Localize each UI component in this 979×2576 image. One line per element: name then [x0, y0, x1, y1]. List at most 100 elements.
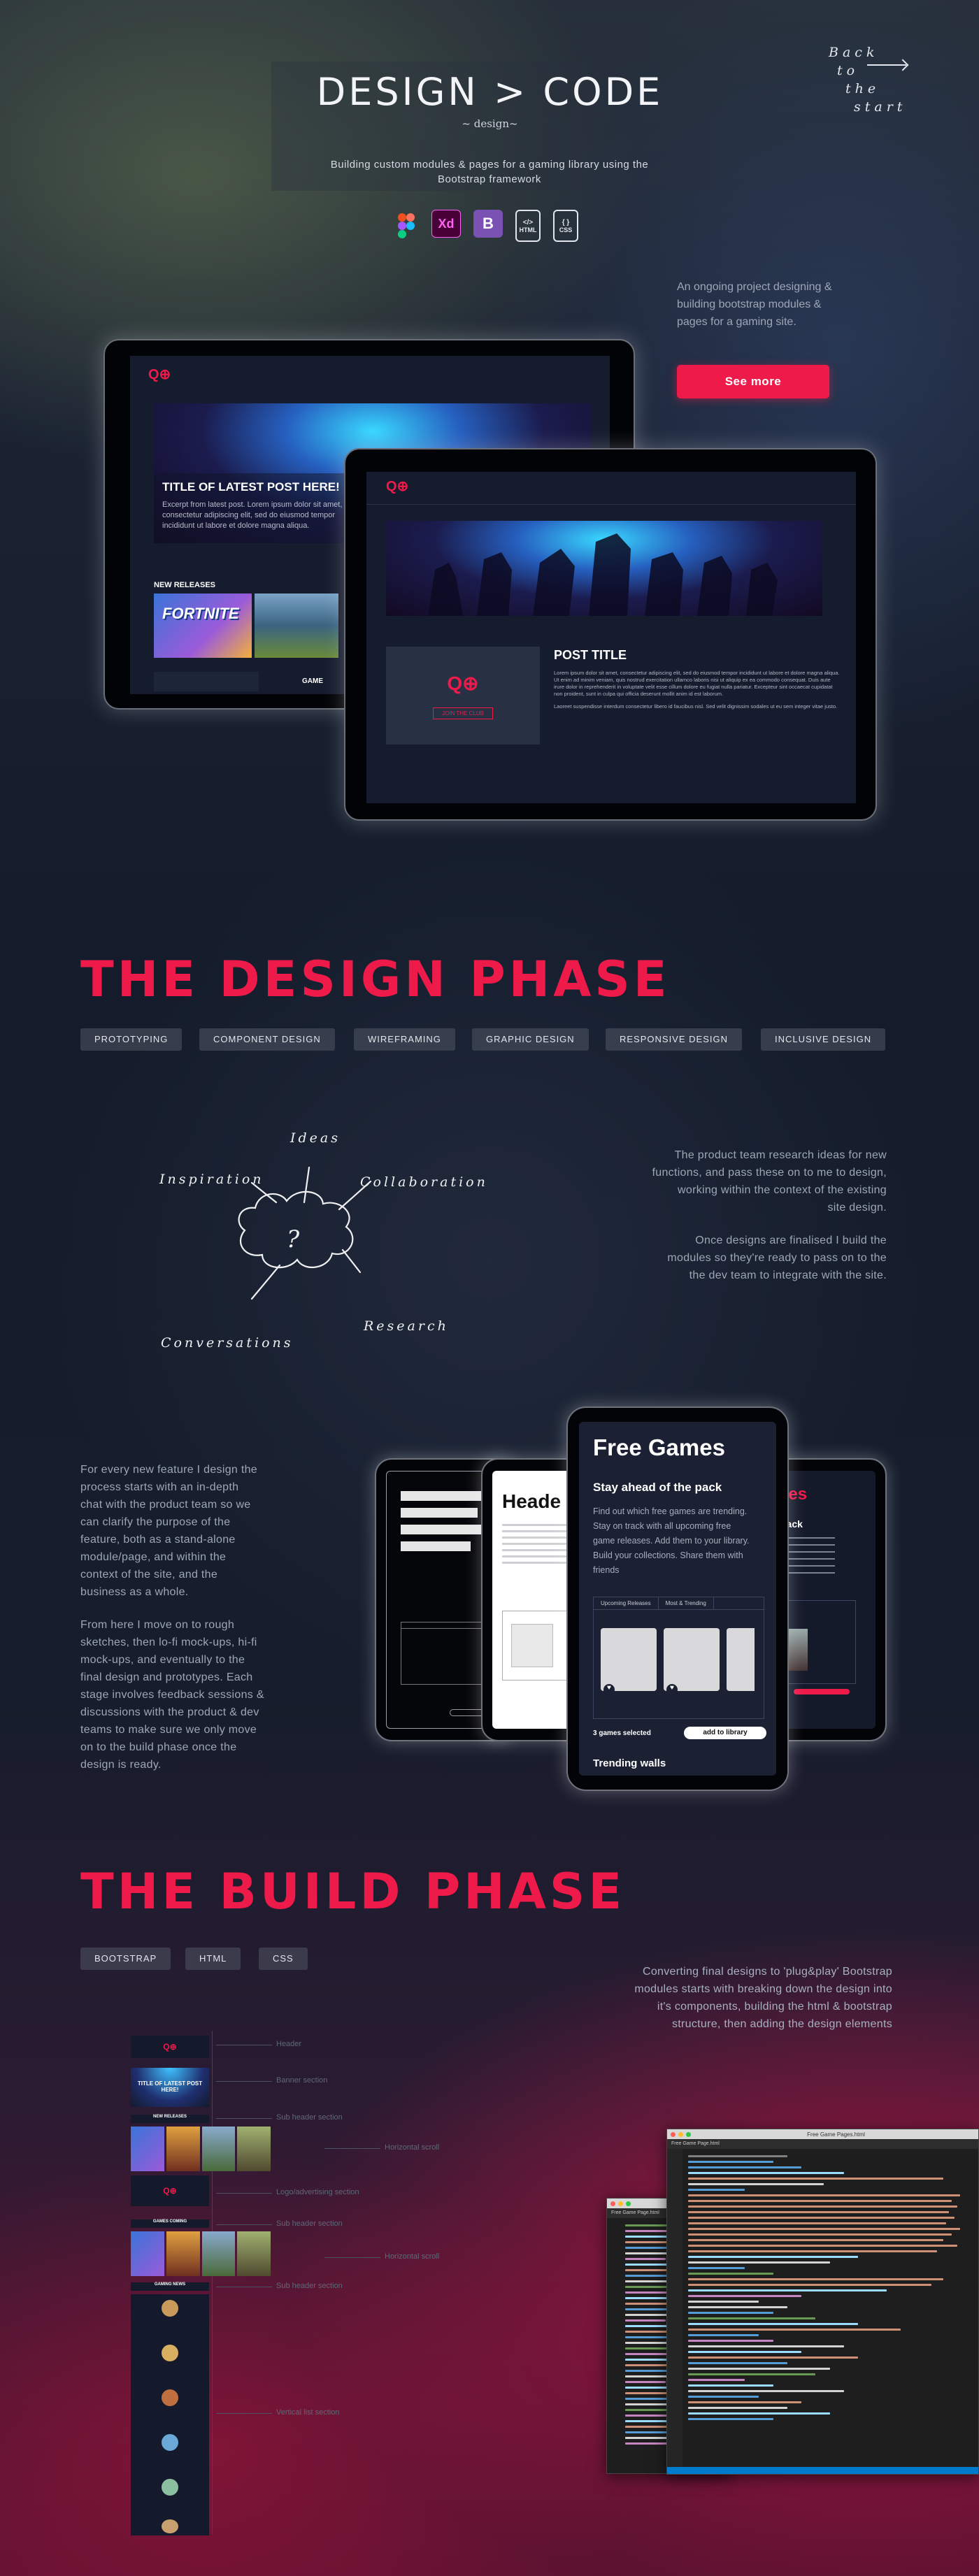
build-phase-heading: THE BUILD PHASE: [80, 1863, 626, 1920]
component-label: Vertical list section: [215, 2408, 340, 2417]
releases-panel: Upcoming Releases Most & Trending ♥ ♥: [593, 1597, 764, 1719]
section-heading: GAME: [302, 677, 323, 685]
game-thumb[interactable]: FORTNITE: [154, 593, 252, 658]
back-to-start-link[interactable]: Back to the start: [829, 43, 906, 116]
text-line: From here I move on to rough: [80, 1619, 235, 1631]
text-line: structure, then adding the design elemen…: [671, 2018, 892, 2030]
text-line: on to the build phase once the: [80, 1741, 237, 1753]
scroll-thumb: [166, 2127, 200, 2171]
component-label: Sub header section: [216, 2282, 343, 2290]
scroll-thumb: [131, 2231, 164, 2276]
news-thumb: [162, 2300, 178, 2317]
component-label: Sub header section: [216, 2219, 343, 2228]
stack-subheader: NEW RELEASES: [131, 2115, 209, 2123]
scroll-thumb: [166, 2231, 200, 2276]
page-title: DESIGN > CODE: [316, 70, 664, 114]
trending-walls-heading: Trending walls: [593, 1757, 666, 1769]
window-titlebar: Free Game Pages.html: [667, 2129, 978, 2139]
skill-tag: PROTOTYPING: [80, 1028, 183, 1051]
text-line: working within the context of the existi…: [678, 1184, 887, 1196]
xd-icon: Xd: [431, 210, 461, 238]
css-icon: { } CSS: [553, 210, 578, 242]
editor-tab[interactable]: Free Game Page.html: [667, 2139, 978, 2149]
wire-block: [401, 1491, 492, 1501]
text-line: Converting final designs to 'plug&play' …: [642, 1966, 892, 1978]
tab-trending[interactable]: Most & Trending: [659, 1597, 714, 1609]
html-icon: </> HTML: [515, 210, 541, 242]
scroll-thumb: [237, 2127, 271, 2171]
news-thumb: [162, 2389, 178, 2406]
text-line: chat with the product team so we: [80, 1499, 251, 1511]
component-label: Horizontal scroll: [324, 2252, 440, 2261]
minimize-icon[interactable]: [678, 2131, 683, 2137]
text-line: feature, both as a stand-alone: [80, 1534, 236, 1546]
tablet-front-screen: Q⊕ Q⊕ JOIN THE CLUB POST TITLE Lorem ips…: [366, 472, 856, 803]
stack-header: Q⊕: [131, 2036, 209, 2058]
text-line: the dev team to integrate with the site.: [689, 1269, 887, 1281]
skill-tag: WIREFRAMING: [354, 1028, 455, 1051]
maximize-icon[interactable]: [626, 2201, 631, 2206]
question-mark: ?: [287, 1225, 300, 1253]
status-bar: [667, 2467, 978, 2474]
scroll-thumb: [237, 2231, 271, 2276]
stack-horizontal-scroll: [131, 2127, 271, 2171]
game-card[interactable]: [727, 1628, 755, 1691]
free-games-title: Free Games: [593, 1434, 725, 1460]
character-silhouettes: [428, 533, 778, 616]
skill-tag: RESPONSIVE DESIGN: [606, 1028, 742, 1051]
tablet-front: Q⊕ Q⊕ JOIN THE CLUB POST TITLE Lorem ips…: [344, 448, 877, 821]
text-line: context of the site, and the: [80, 1569, 218, 1581]
text-line: functions, and pass these on to me to de…: [652, 1167, 887, 1179]
text-line: module/page, and within the: [80, 1551, 227, 1563]
close-icon[interactable]: [610, 2201, 615, 2206]
heart-icon[interactable]: ♥: [666, 1684, 678, 1695]
text-line: discussions with the product & dev: [80, 1706, 259, 1718]
game-card[interactable]: [601, 1628, 657, 1691]
arrow-right-icon: [867, 64, 906, 66]
see-more-button[interactable]: See more: [677, 365, 829, 398]
tagline-line: Building custom modules & pages for a ga…: [330, 159, 649, 171]
text-line: The product team research ideas for new: [674, 1149, 887, 1161]
stack-logo-section: Q⊕: [131, 2175, 209, 2206]
game-card[interactable]: [664, 1628, 720, 1691]
minimize-icon[interactable]: [618, 2201, 623, 2206]
releases-tabs: Upcoming Releases Most & Trending: [594, 1597, 764, 1610]
add-to-library-button[interactable]: add to library: [684, 1727, 766, 1739]
join-club-button[interactable]: JOIN THE CLUB: [433, 707, 493, 719]
intro-line: An ongoing project designing &: [677, 281, 832, 293]
stack-banner: TITLE OF LATEST POST HERE!: [131, 2068, 209, 2107]
news-thumb: [162, 2479, 178, 2496]
hero-post-card: TITLE OF LATEST POST HERE! Excerpt from …: [154, 473, 357, 543]
back-word: Back: [829, 45, 879, 60]
tagline: Building custom modules & pages for a ga…: [280, 157, 699, 187]
free-games-subtitle: Stay ahead of the pack: [593, 1481, 722, 1494]
news-thumb: [162, 2345, 178, 2361]
figma-icon: [394, 210, 419, 242]
tagline-line: Bootstrap framework: [438, 173, 541, 185]
site-logo-icon: Q⊕: [386, 479, 409, 494]
html-label: HTML: [519, 226, 537, 233]
skill-tag: CSS: [259, 1948, 308, 1970]
page-subtitle: ~ design~: [462, 117, 518, 130]
text-line: business as a whole.: [80, 1586, 189, 1598]
sketch-label-collaboration: Collaboration: [360, 1174, 488, 1190]
text-line: Once designs are finalised I build the: [695, 1235, 887, 1246]
text-line: mock-ups, and eventually to the: [80, 1654, 245, 1666]
skill-tag: GRAPHIC DESIGN: [472, 1028, 589, 1051]
hero-post-excerpt: Excerpt from latest post. Lorem ipsum do…: [162, 501, 343, 530]
stack-subheader: GAMING NEWS: [131, 2282, 209, 2291]
wire-block: [401, 1508, 478, 1518]
scroll-thumb: [201, 2127, 236, 2171]
text-line: sketches, then lo-fi mock-ups, hi-fi: [80, 1636, 257, 1648]
tab-upcoming[interactable]: Upcoming Releases: [594, 1597, 659, 1609]
lofi-card: [511, 1624, 553, 1667]
heart-icon[interactable]: ♥: [603, 1684, 615, 1695]
post-text: Laoreet suspendisse interdum consectetur…: [554, 703, 838, 710]
close-icon[interactable]: [671, 2131, 676, 2137]
game-thumb[interactable]: [255, 593, 338, 658]
maximize-icon[interactable]: [686, 2131, 691, 2137]
sketch-label-inspiration: Inspiration: [159, 1172, 264, 1187]
alt-button[interactable]: [794, 1689, 850, 1694]
component-label: Sub header section: [216, 2113, 343, 2122]
design-process-text: For every new feature I design the proce…: [80, 1461, 304, 1773]
